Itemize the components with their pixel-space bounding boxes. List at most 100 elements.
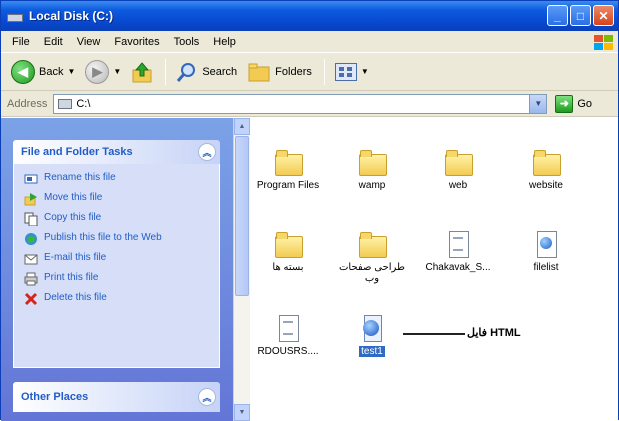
folder-icon <box>274 230 303 258</box>
menu-tools[interactable]: Tools <box>167 36 207 48</box>
menu-file[interactable]: File <box>5 36 37 48</box>
task-label: E-mail this file <box>44 252 107 263</box>
task-pane-scrollbar[interactable]: ▲ ▼ <box>233 118 250 421</box>
views-icon <box>334 62 357 81</box>
task-delete[interactable]: Delete this file <box>24 292 219 306</box>
search-button[interactable]: Search <box>172 57 241 87</box>
collapse-icon[interactable]: ︽ <box>198 388 216 406</box>
task-publish[interactable]: Publish this file to the Web <box>24 232 219 246</box>
document-icon <box>274 314 302 342</box>
tasks-list: Rename this file Move this file Copy thi… <box>13 164 220 368</box>
folders-button[interactable]: Folders <box>243 57 316 87</box>
file-folder-tasks-panel: File and Folder Tasks ︽ Rename this file… <box>13 140 220 368</box>
folder-icon <box>444 148 473 176</box>
file-name: Chakavak_S... <box>425 262 491 273</box>
toolbar-separator <box>323 58 325 85</box>
annotation-arrow <box>403 333 465 335</box>
minimize-button[interactable]: _ <box>547 5 568 26</box>
maximize-button[interactable]: □ <box>570 5 591 26</box>
go-arrow-icon: ➜ <box>555 94 574 113</box>
forward-button[interactable]: ▶ ▼ <box>81 57 125 87</box>
address-input[interactable]: C:\ ▼ <box>53 93 548 114</box>
file-name: website <box>529 180 563 191</box>
menu-favorites[interactable]: Favorites <box>107 36 166 48</box>
menu-edit[interactable]: Edit <box>37 36 70 48</box>
drive-icon <box>58 98 73 109</box>
folder-up-icon <box>131 61 153 83</box>
file-item[interactable]: website <box>508 148 584 191</box>
scroll-down-icon[interactable]: ▼ <box>234 404 250 421</box>
file-name: test1 <box>359 346 385 357</box>
task-email[interactable]: E-mail this file <box>24 252 219 266</box>
back-arrow-icon: ◀ <box>11 59 35 84</box>
file-name: طراحی صفحات وب <box>338 262 405 284</box>
toolbar: ◀ Back ▼ ▶ ▼ Search Folders ▼ <box>1 53 618 91</box>
print-icon <box>24 272 38 286</box>
chevron-down-icon[interactable]: ▼ <box>67 67 75 76</box>
file-name: Program Files <box>256 180 320 191</box>
window-controls: _ □ ✕ <box>547 5 614 26</box>
email-icon <box>24 252 38 266</box>
folders-label: Folders <box>275 65 312 78</box>
scroll-thumb[interactable] <box>235 136 249 296</box>
menu-view[interactable]: View <box>70 36 108 48</box>
go-label: Go <box>577 97 593 110</box>
task-print[interactable]: Print this file <box>24 272 219 286</box>
other-places-header[interactable]: Other Places ︽ <box>13 382 220 412</box>
file-item[interactable]: filelist <box>508 230 584 273</box>
up-button[interactable] <box>127 57 157 87</box>
search-label: Search <box>202 65 238 78</box>
task-label: Print this file <box>44 272 99 283</box>
search-icon <box>176 61 198 83</box>
task-label: Rename this file <box>44 172 116 183</box>
views-button[interactable]: ▼ <box>331 57 373 87</box>
publish-icon <box>24 232 38 246</box>
html-file-icon <box>358 314 386 342</box>
task-label: Move this file <box>44 192 103 203</box>
file-name: بسته ها <box>272 262 304 273</box>
chevron-down-icon[interactable]: ▼ <box>113 67 121 76</box>
chevron-down-icon[interactable]: ▼ <box>529 94 547 113</box>
document-icon <box>444 230 472 258</box>
scroll-up-icon[interactable]: ▲ <box>234 118 250 135</box>
task-label: Publish this file to the Web <box>44 232 162 243</box>
file-item[interactable]: Program Files <box>250 148 326 191</box>
folder-icon <box>358 230 387 258</box>
windows-logo-icon <box>592 33 614 51</box>
file-item[interactable]: بسته ها <box>250 230 326 273</box>
window-title: Local Disk (C:) <box>29 9 114 23</box>
file-folder-tasks-header[interactable]: File and Folder Tasks ︽ <box>13 140 220 164</box>
go-button[interactable]: ➜ Go <box>555 94 593 113</box>
tasks-title: File and Folder Tasks <box>21 146 133 158</box>
task-label: Copy this file <box>44 212 102 223</box>
close-button[interactable]: ✕ <box>593 5 614 26</box>
address-value: C:\ <box>76 97 91 110</box>
file-item[interactable]: طراحی صفحات وب <box>334 230 410 284</box>
task-move[interactable]: Move this file <box>24 192 219 206</box>
folder-icon <box>358 148 387 176</box>
back-button[interactable]: ◀ Back ▼ <box>7 57 79 87</box>
forward-arrow-icon: ▶ <box>85 59 110 84</box>
menu-bar: File Edit View Favorites Tools Help <box>1 31 618 53</box>
file-item-selected[interactable]: test1 <box>334 314 410 357</box>
folder-icon <box>274 148 303 176</box>
rename-icon <box>24 172 38 186</box>
file-list-view: Program Files wamp web website بسته ها ط… <box>250 118 618 421</box>
drive-icon <box>7 11 23 22</box>
title-bar[interactable]: Local Disk (C:) _ □ ✕ <box>1 1 618 31</box>
move-icon <box>24 192 38 206</box>
task-label: Delete this file <box>44 292 107 303</box>
chevron-down-icon[interactable]: ▼ <box>361 67 369 76</box>
task-pane: File and Folder Tasks ︽ Rename this file… <box>1 118 233 421</box>
task-rename[interactable]: Rename this file <box>24 172 219 186</box>
folders-icon <box>247 62 271 82</box>
file-name: filelist <box>533 262 559 273</box>
file-item[interactable]: wamp <box>334 148 410 191</box>
collapse-icon[interactable]: ︽ <box>198 143 216 161</box>
menu-help[interactable]: Help <box>206 36 243 48</box>
task-copy[interactable]: Copy this file <box>24 212 219 227</box>
back-label: Back <box>39 65 64 78</box>
file-item[interactable]: web <box>420 148 496 191</box>
file-item[interactable]: Chakavak_S... <box>420 230 496 273</box>
file-item[interactable]: RDOUSRS.... <box>250 314 326 357</box>
